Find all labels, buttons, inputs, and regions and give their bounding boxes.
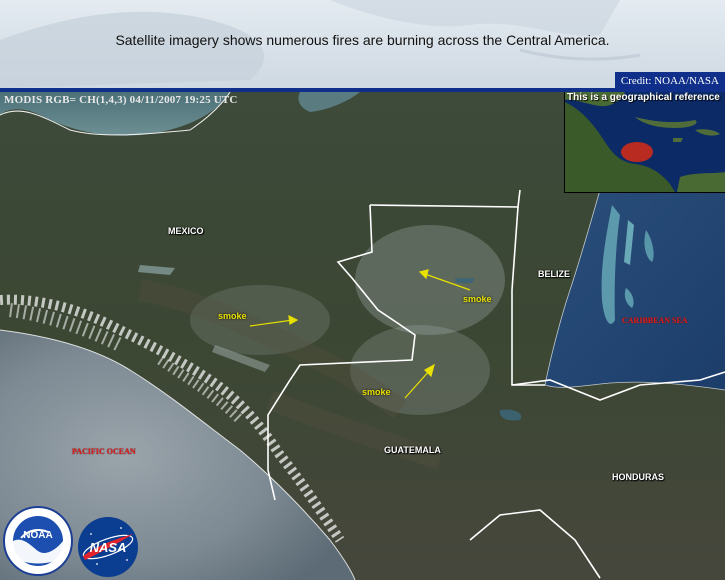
lake bbox=[455, 278, 475, 283]
noaa-logo: NOAA bbox=[3, 506, 73, 576]
label-belize: BELIZE bbox=[538, 269, 571, 279]
label-caribbean-sea: CARIBBEAN SEA bbox=[622, 316, 688, 325]
label-honduras: HONDURAS bbox=[612, 472, 665, 482]
header-caption: Satellite imagery shows numerous fires a… bbox=[115, 32, 610, 48]
inset-reference-map: This is a geographical reference bbox=[564, 92, 725, 193]
inset-map-graphic bbox=[565, 92, 725, 192]
nasa-icon: NASA bbox=[78, 517, 138, 577]
inset-highlight-region bbox=[621, 142, 653, 162]
label-smoke: smoke bbox=[463, 294, 492, 304]
label-mexico: MEXICO bbox=[168, 226, 204, 236]
label-guatemala: GUATEMALA bbox=[384, 445, 441, 455]
inset-title: This is a geographical reference bbox=[567, 92, 720, 103]
modis-caption: MODIS RGB= CH(1,4,3) 04/11/2007 19:25 UT… bbox=[4, 94, 238, 106]
label-pacific-ocean: PACIFIC OCEAN bbox=[72, 447, 136, 456]
noaa-icon: NOAA bbox=[3, 506, 73, 576]
label-smoke: smoke bbox=[362, 387, 391, 397]
satellite-image-page: Satellite imagery shows numerous fires a… bbox=[0, 0, 725, 580]
noaa-logo-text: NOAA bbox=[23, 530, 52, 541]
label-smoke: smoke bbox=[218, 311, 247, 321]
nasa-logo-text: NASA bbox=[90, 540, 127, 555]
nasa-logo: NASA bbox=[77, 516, 139, 578]
smoke-haze bbox=[355, 225, 505, 335]
